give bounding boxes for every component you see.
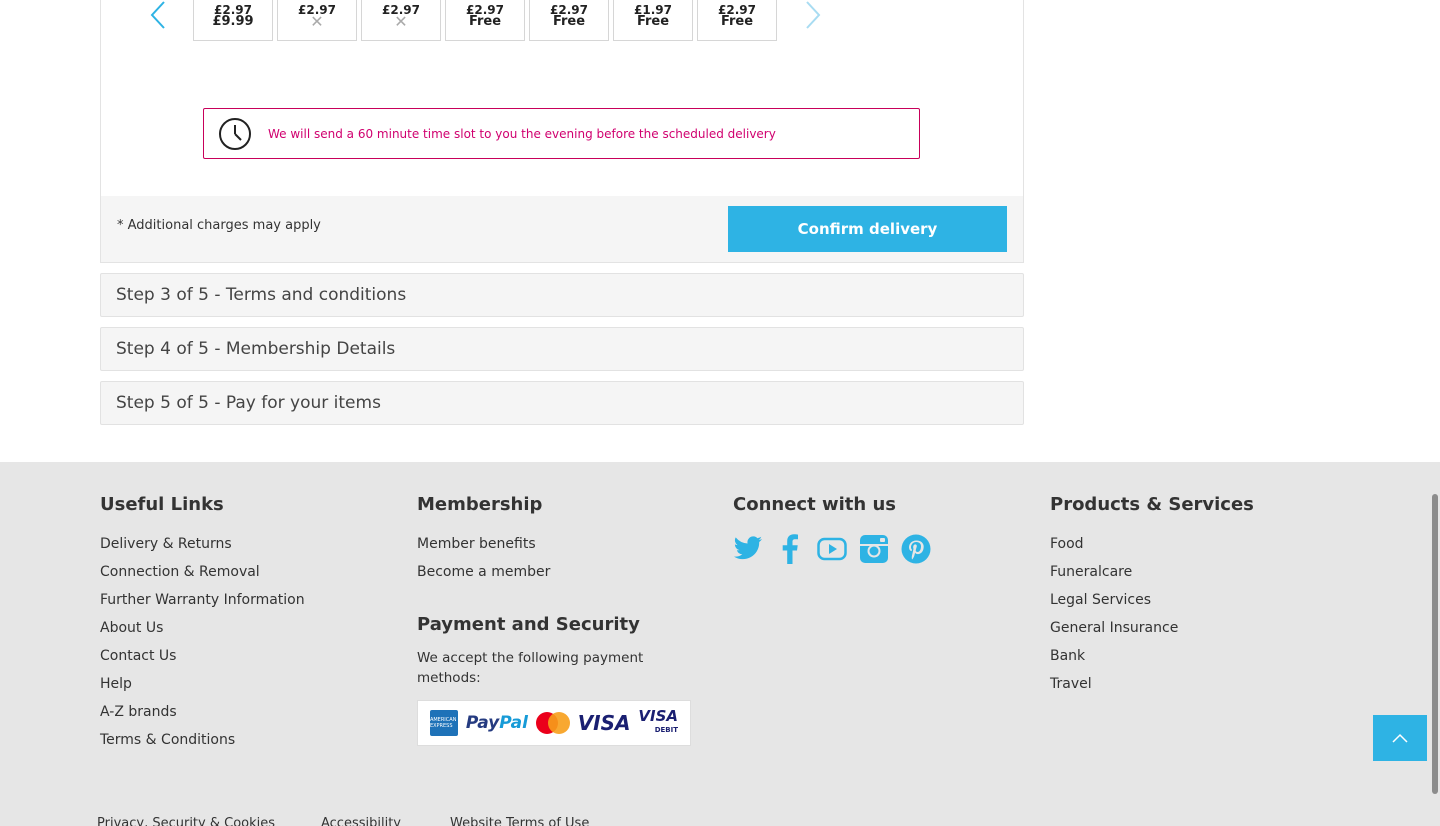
step-membership-details[interactable]: Step 4 of 5 - Membership Details xyxy=(100,327,1024,371)
footer-link-warranty[interactable]: Further Warranty Information xyxy=(100,590,305,618)
delivery-slot-unavailable: £2.97 ✕ xyxy=(361,0,441,41)
slot-price: £9.99 xyxy=(212,14,254,29)
connect-column: Connect with us xyxy=(733,494,931,564)
delivery-panel: £2.97 £9.99 £2.97 ✕ £2.97 ✕ £2.97 Free £… xyxy=(100,0,1024,263)
site-footer: Useful Links Delivery & Returns Connecti… xyxy=(0,462,1440,826)
membership-heading: Membership xyxy=(417,494,543,515)
slots-next-arrow-icon[interactable] xyxy=(798,0,828,30)
delivery-panel-footer: * Additional charges may apply Confirm d… xyxy=(101,196,1023,262)
slots-prev-arrow-icon[interactable] xyxy=(143,0,173,30)
visa-icon: VISA xyxy=(577,711,631,735)
social-links xyxy=(733,534,931,564)
notice-text: We will send a 60 minute time slot to yo… xyxy=(268,126,776,141)
amex-icon: AMERICAN EXPRESS xyxy=(429,710,458,736)
additional-charges-note: * Additional charges may apply xyxy=(117,218,321,233)
confirm-delivery-button[interactable]: Confirm delivery xyxy=(728,206,1007,252)
products-services-heading: Products & Services xyxy=(1050,494,1254,515)
unavailable-cross-icon: ✕ xyxy=(394,12,408,31)
instagram-icon[interactable] xyxy=(859,534,889,564)
connect-heading: Connect with us xyxy=(733,494,896,515)
footer-link-contact-us[interactable]: Contact Us xyxy=(100,646,305,674)
useful-links-heading: Useful Links xyxy=(100,494,224,515)
products-services-column: Products & Services Food Funeralcare Leg… xyxy=(1050,494,1254,702)
clock-icon xyxy=(219,117,251,150)
footer-link-legal-services[interactable]: Legal Services xyxy=(1050,590,1254,618)
slot-fee: £2.97 xyxy=(718,4,756,14)
footer-link-delivery-returns[interactable]: Delivery & Returns xyxy=(100,534,305,562)
delivery-slot[interactable]: £2.97 Free xyxy=(697,0,777,41)
footer-link-general-insurance[interactable]: General Insurance xyxy=(1050,618,1254,646)
pinterest-icon[interactable] xyxy=(901,534,931,564)
delivery-slot-list: £2.97 £9.99 £2.97 ✕ £2.97 ✕ £2.97 Free £… xyxy=(193,0,777,41)
unavailable-cross-icon: ✕ xyxy=(310,12,324,31)
footer-link-become-member[interactable]: Become a member xyxy=(417,562,691,590)
footer-link-about-us[interactable]: About Us xyxy=(100,618,305,646)
slot-fee: £1.97 xyxy=(634,4,672,14)
mastercard-icon xyxy=(535,712,570,734)
delivery-slot[interactable]: £2.97 £9.99 xyxy=(193,0,273,41)
slot-fee: £2.97 xyxy=(214,4,252,14)
youtube-icon[interactable] xyxy=(817,534,847,564)
slot-price: Free xyxy=(636,14,670,29)
payment-cards: AMERICAN EXPRESS PayPal VISA VISA DEBIT xyxy=(417,700,691,746)
visa-debit-icon: VISA DEBIT xyxy=(638,707,678,735)
footer-link-help[interactable]: Help xyxy=(100,674,305,702)
footer-link-funeralcare[interactable]: Funeralcare xyxy=(1050,562,1254,590)
footer-link-member-benefits[interactable]: Member benefits xyxy=(417,534,691,562)
footer-link-website-terms[interactable]: Website Terms of Use xyxy=(450,816,589,826)
payment-security-heading: Payment and Security xyxy=(417,614,640,635)
step-pay-for-items[interactable]: Step 5 of 5 - Pay for your items xyxy=(100,381,1024,425)
delivery-slot-unavailable: £2.97 ✕ xyxy=(277,0,357,41)
back-to-top-button[interactable] xyxy=(1373,715,1427,761)
footer-link-connection-removal[interactable]: Connection & Removal xyxy=(100,562,305,590)
page-scrollbar[interactable] xyxy=(1432,494,1438,794)
delivery-slot[interactable]: £1.97 Free xyxy=(613,0,693,41)
slot-fee: £2.97 xyxy=(466,4,504,14)
twitter-icon[interactable] xyxy=(733,534,763,564)
slot-fee: £2.97 xyxy=(550,4,588,14)
footer-link-travel[interactable]: Travel xyxy=(1050,674,1254,702)
slot-price: Free xyxy=(552,14,586,29)
chevron-up-icon xyxy=(1392,733,1408,743)
payment-methods-text: We accept the following payment methods: xyxy=(417,650,644,686)
footer-link-az-brands[interactable]: A-Z brands xyxy=(100,702,305,730)
footer-link-food[interactable]: Food xyxy=(1050,534,1254,562)
useful-links-column: Useful Links Delivery & Returns Connecti… xyxy=(100,494,305,758)
step-terms-and-conditions[interactable]: Step 3 of 5 - Terms and conditions xyxy=(100,273,1024,317)
membership-column: Membership Member benefits Become a memb… xyxy=(417,494,691,746)
footer-link-accessibility[interactable]: Accessibility xyxy=(321,816,401,826)
footer-link-terms[interactable]: Terms & Conditions xyxy=(100,730,305,758)
footer-link-privacy[interactable]: Privacy, Security & Cookies xyxy=(97,816,275,826)
delivery-slot[interactable]: £2.97 Free xyxy=(445,0,525,41)
facebook-icon[interactable] xyxy=(775,534,805,564)
footer-link-bank[interactable]: Bank xyxy=(1050,646,1254,674)
time-slot-notice: We will send a 60 minute time slot to yo… xyxy=(203,108,920,159)
slot-price: Free xyxy=(468,14,502,29)
slot-price: Free xyxy=(720,14,754,29)
paypal-icon: PayPal xyxy=(465,713,528,733)
delivery-slot[interactable]: £2.97 Free xyxy=(529,0,609,41)
